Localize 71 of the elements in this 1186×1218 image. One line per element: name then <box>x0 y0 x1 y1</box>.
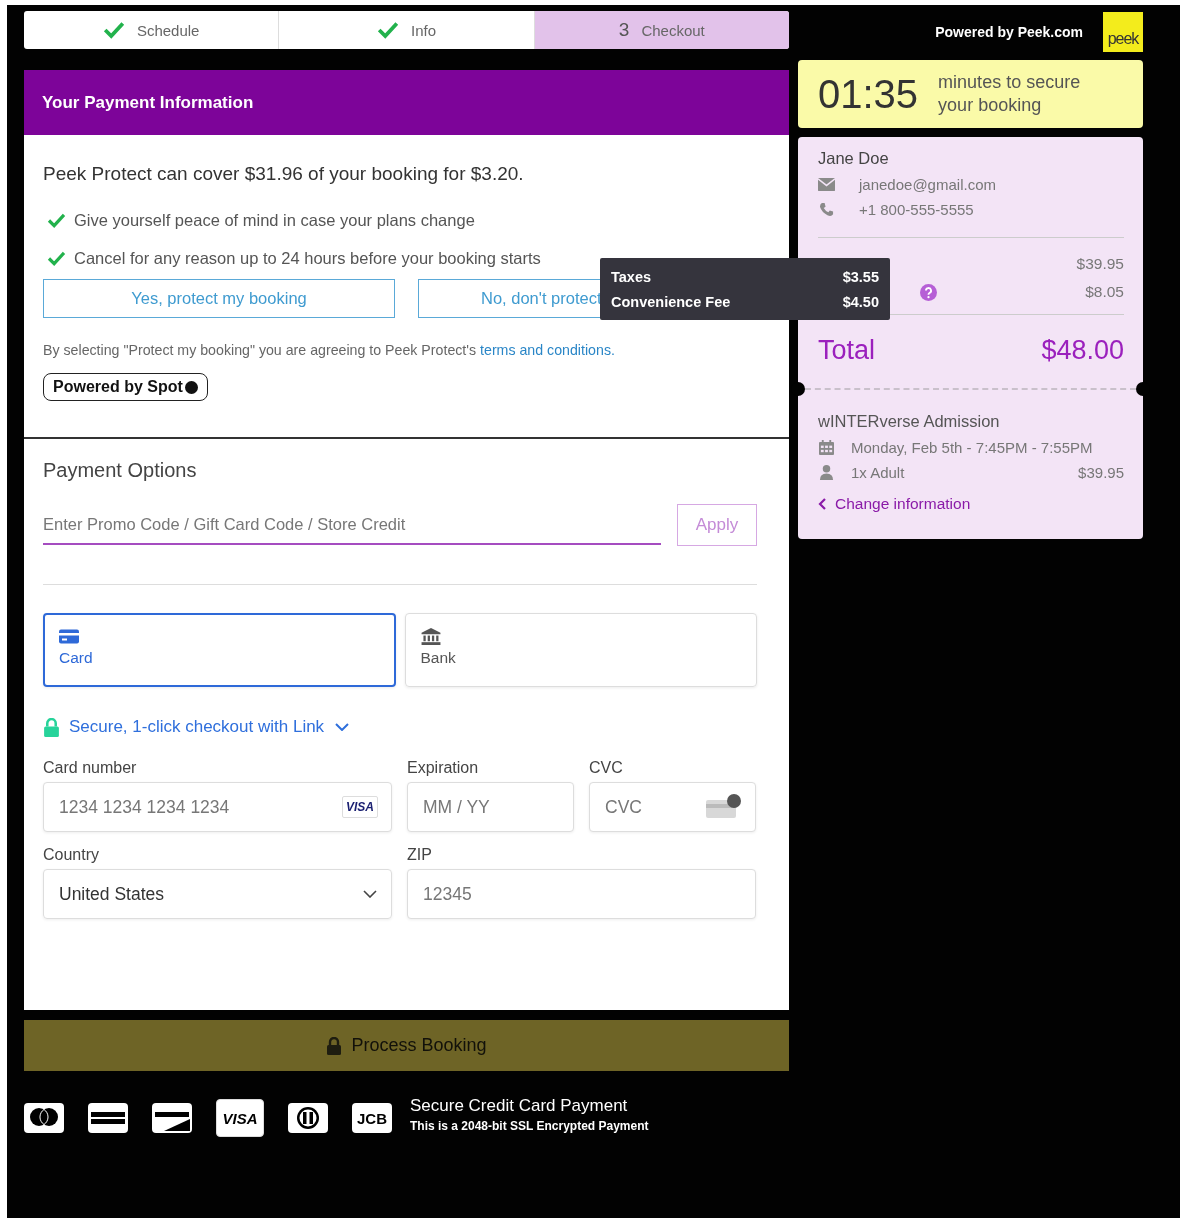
envelope-icon <box>818 177 835 192</box>
field-label: Country <box>43 846 101 864</box>
benefit-text: Cancel for any reason up to 24 hours before your booking starts <box>74 248 541 268</box>
text-field[interactable]: 12345 <box>407 869 756 919</box>
card-icon <box>59 628 79 645</box>
powered-by-text: Powered by Peek.com <box>935 24 1083 40</box>
countdown-text: minutes to secure your booking <box>938 70 1082 117</box>
step-tab[interactable]: 3 Checkout <box>534 11 789 49</box>
person-icon <box>818 465 835 480</box>
price-value: $8.05 <box>1085 283 1124 301</box>
tooltip-value: $4.50 <box>842 293 879 310</box>
peek-logo: peek <box>1103 12 1143 52</box>
chevron-down-icon <box>363 890 377 898</box>
card-brand-logo: JCB <box>352 1103 392 1133</box>
spot-text: Powered by Spot <box>53 378 183 396</box>
payment-method-tab[interactable]: Bank <box>404 613 757 687</box>
payment-method-tab[interactable]: Card <box>43 613 396 687</box>
step-number: 3 <box>618 19 630 41</box>
protect-headline: Peek Protect can cover $31.96 of your booking for $3.20. <box>43 163 525 185</box>
country-select[interactable]: United States <box>43 869 392 919</box>
total-label: Total <box>818 334 876 366</box>
dot-icon <box>184 380 198 394</box>
customer-name: Jane Doe <box>818 149 890 168</box>
check-icon <box>47 250 66 266</box>
apply-button[interactable]: Apply <box>677 504 757 546</box>
secure-title: Secure Credit Card Payment <box>410 1095 629 1116</box>
visa-logo: VISA <box>342 796 378 818</box>
terms-link[interactable]: terms and conditions. <box>480 342 615 358</box>
card-back-icon <box>706 794 742 820</box>
field-label: Card number <box>43 759 138 777</box>
customer-phone: +1 800-555-5555 <box>859 201 974 218</box>
text-field[interactable]: MM / YY <box>407 782 574 832</box>
event-name: wINTERverse Admission <box>818 412 1001 431</box>
ticket-quantity: 1x Adult <box>851 464 906 481</box>
step-tab[interactable]: Info <box>279 11 535 49</box>
phone-icon <box>818 202 835 217</box>
card-brand-icon <box>288 1103 328 1133</box>
tooltip-value: $3.55 <box>842 268 879 285</box>
help-icon[interactable] <box>920 283 937 301</box>
check-icon <box>47 212 66 228</box>
change-information-link[interactable]: Change information <box>818 495 1124 513</box>
step-tab[interactable]: Schedule <box>24 11 280 49</box>
link-checkout-toggle[interactable]: Secure, 1-click checkout with Link <box>69 717 325 737</box>
event-date: Monday, Feb 5th - 7:45PM - 7:55PM <box>851 439 1093 456</box>
customer-email: janedoe@gmail.com <box>859 176 996 193</box>
ticket-price: $39.95 <box>1078 464 1124 481</box>
payment-options-title: Payment Options <box>43 459 198 482</box>
benefit-text: Give yourself peace of mind in case your plans change <box>74 210 475 230</box>
chevron-down-icon <box>335 723 350 731</box>
lock-icon <box>326 1036 343 1055</box>
card-brand-icon <box>152 1103 192 1133</box>
countdown-time: 01:35 <box>818 71 919 117</box>
bank-icon <box>420 628 441 645</box>
card-brand-logo: VISA <box>216 1099 264 1137</box>
price-value: $39.95 <box>1076 255 1124 273</box>
protect-button[interactable]: Yes, protect my booking <box>43 279 395 318</box>
tooltip-label: Convenience Fee <box>611 293 731 310</box>
process-booking-button[interactable]: Process Booking <box>24 1020 789 1071</box>
field-label: ZIP <box>407 846 433 864</box>
chevron-left-icon <box>818 498 826 510</box>
secure-subtitle: This is a 2048-bit SSL Encrypted Payment <box>410 1118 649 1133</box>
cvc-field[interactable]: CVC <box>589 782 756 832</box>
terms-text: By selecting "Protect my booking" you are agreeing to Peek Protect's terms and conditions. <box>43 342 616 358</box>
calendar-icon <box>818 440 835 455</box>
section-title: Your Payment Information <box>42 92 254 113</box>
card-brand-icon <box>88 1103 128 1133</box>
lock-icon <box>43 717 60 737</box>
field-label: CVC <box>589 759 624 777</box>
total-value: $48.00 <box>1041 334 1124 366</box>
card-brand-icon <box>24 1103 64 1133</box>
field-label: Expiration <box>407 759 480 777</box>
